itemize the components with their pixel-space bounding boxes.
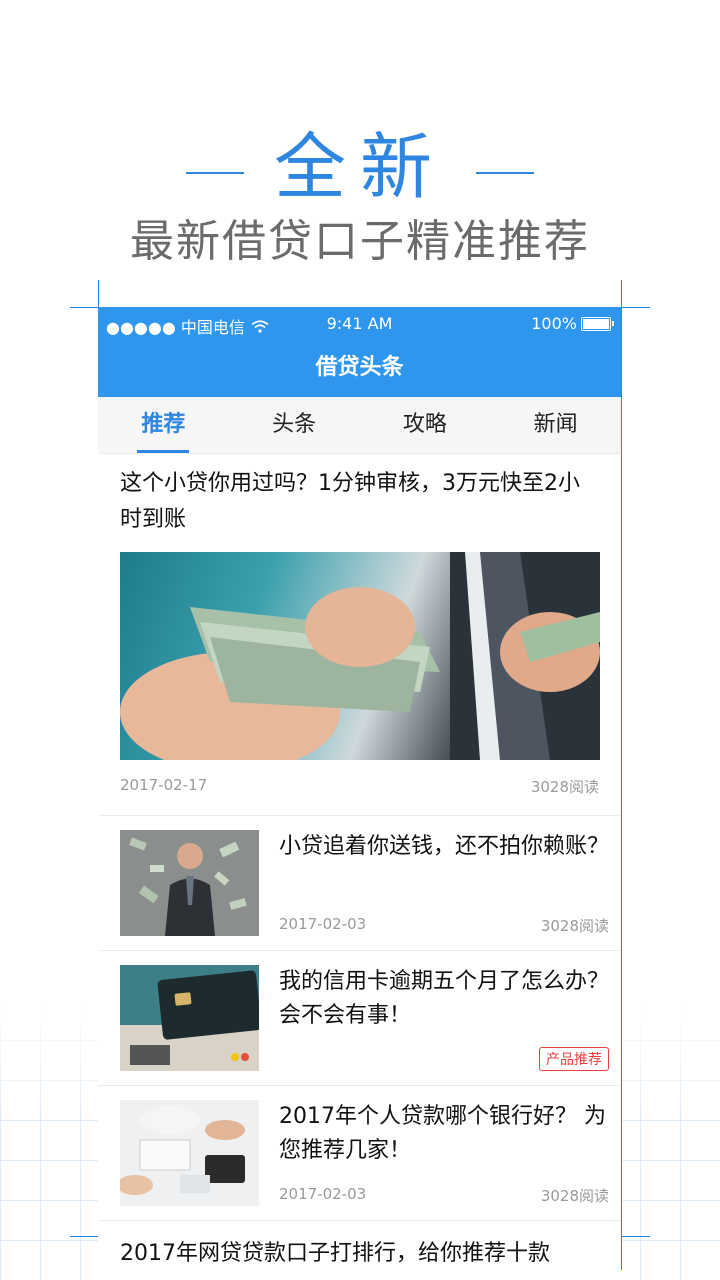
row-body: 我的信用卡逾期五个月了怎么办？会不会有事！ 产品推荐 [279, 965, 609, 1071]
list-item[interactable]: 2017年个人贷款哪个银行好？ 为您推荐几家！ 2017-02-03 3028阅… [98, 1086, 621, 1221]
banner-subline: 最新借贷口子精准推荐 [130, 216, 590, 267]
page-title: 借贷头条 [315, 355, 404, 380]
list-item[interactable]: 2017年网贷贷款口子打排行，给你推荐十款 [98, 1221, 621, 1280]
list-item[interactable]: 我的信用卡逾期五个月了怎么办？会不会有事！ 产品推荐 [98, 951, 621, 1086]
dash-right [476, 171, 534, 174]
article-meta: 2017-02-03 3028阅读 [279, 1185, 609, 1206]
article-reads: 3028阅读 [540, 917, 609, 935]
row-body: 2017年个人贷款哪个银行好？ 为您推荐几家！ 2017-02-03 3028阅… [279, 1100, 609, 1206]
battery-percent: 100% [531, 314, 577, 333]
list-item[interactable]: 这个小贷你用过吗？1分钟审核，3万元快至2小时到账 2017-02-17 302… [98, 454, 621, 816]
money-rain-man-photo [120, 830, 259, 936]
article-date: 2017-02-03 [279, 915, 367, 933]
navbar: 借贷头条 [98, 339, 621, 397]
money-rain-illustration [120, 830, 259, 936]
battery-icon [581, 316, 614, 331]
article-title: 小贷追着你送钱，还不拍你赖账？ [279, 834, 610, 859]
status-right: 100% [531, 314, 614, 333]
article-date: 2017-02-17 [120, 776, 208, 794]
banner-headline: 全新 [0, 108, 720, 213]
tab-guides[interactable]: 攻略 [360, 397, 491, 453]
crop-mark-right [621, 280, 622, 1270]
tab-news[interactable]: 新闻 [490, 397, 621, 453]
phone-screen: ●●●●● 中国电信 9:41 AM 100% 借贷头条 推荐 头条 攻略 新闻… [98, 307, 621, 1280]
cash-handover-photo [120, 552, 600, 760]
article-date: 2017-02-03 [279, 1185, 367, 1203]
tab-recommend[interactable]: 推荐 [98, 397, 229, 453]
article-title: 2017年网贷贷款口子打排行，给你推荐十款 [120, 1241, 550, 1266]
article-title: 2017年个人贷款哪个银行好？ 为您推荐几家！ [279, 1104, 606, 1163]
cash-handover-illustration [120, 552, 600, 760]
tab-headlines[interactable]: 头条 [229, 397, 360, 453]
article-meta: 2017-02-17 3028阅读 [120, 776, 599, 797]
article-reads: 3028阅读 [540, 1187, 609, 1205]
row-body: 小贷追着你送钱，还不拍你赖账？ 2017-02-03 3028阅读 [279, 830, 609, 936]
credit-card-illustration [120, 965, 259, 1071]
office-desk-photo [120, 1100, 259, 1206]
credit-card-photo [120, 965, 259, 1071]
article-meta: 2017-02-03 3028阅读 [279, 915, 609, 936]
article-reads: 3028阅读 [530, 778, 599, 796]
status-bar: ●●●●● 中国电信 9:41 AM 100% [98, 307, 621, 339]
product-recommend-badge: 产品推荐 [539, 1047, 609, 1071]
office-desk-illustration [120, 1100, 259, 1206]
article-title: 我的信用卡逾期五个月了怎么办？会不会有事！ [279, 969, 610, 1028]
article-title: 这个小贷你用过吗？1分钟审核，3万元快至2小时到账 [120, 471, 580, 532]
tab-bar: 推荐 头条 攻略 新闻 [98, 397, 621, 454]
dash-left [185, 171, 244, 174]
list-item[interactable]: 小贷追着你送钱，还不拍你赖账？ 2017-02-03 3028阅读 [98, 816, 621, 951]
headline-text: 全新 [273, 125, 446, 209]
